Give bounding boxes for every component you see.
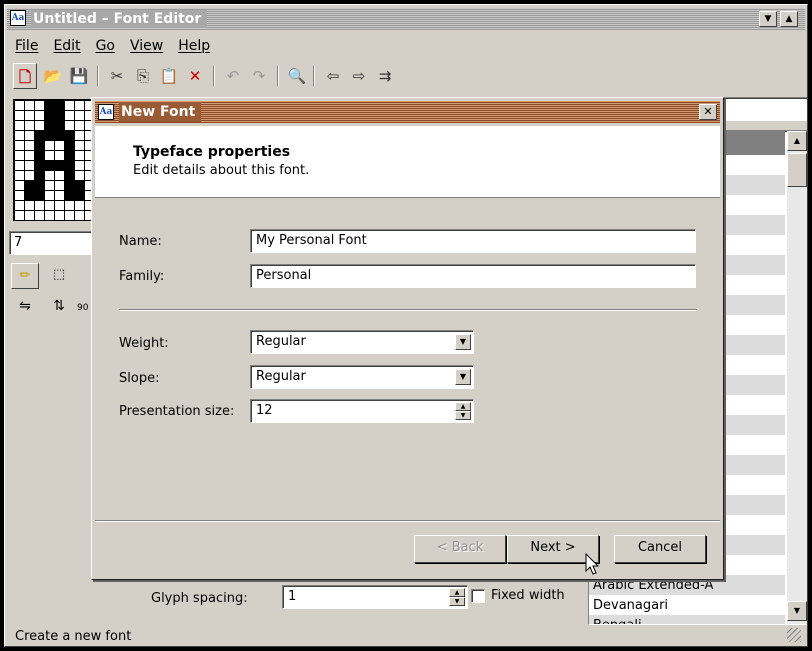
maximize-button[interactable]: ▲ [780, 11, 798, 27]
glyph-spacing-value: 1 [288, 589, 297, 604]
find-icon[interactable]: 🔍 [285, 63, 309, 89]
new-font-dialog: Aa New Font ✕ Typeface properties Edit d… [91, 97, 724, 580]
status-bar-text: Create a new font [15, 629, 132, 644]
family-label: Family: [119, 269, 165, 284]
maximize-icon: ▲ [785, 14, 793, 24]
dialog-divider [119, 309, 697, 311]
toolbar-separator [277, 66, 279, 86]
dialog-footer-divider [95, 520, 720, 522]
glyph-bitmap-editor[interactable] [13, 99, 95, 221]
goto-icon[interactable]: ⇉ [373, 63, 397, 89]
open-icon[interactable]: 📂 [41, 63, 65, 89]
weight-select[interactable]: Regular ▼ [250, 330, 474, 354]
slope-select[interactable]: Regular ▼ [250, 365, 474, 389]
title-bar[interactable]: Aa Untitled – Font Editor ▼ ▲ [7, 8, 805, 30]
glyph-code-field[interactable]: 7 [9, 231, 93, 255]
name-input[interactable]: My Personal Font [250, 229, 696, 253]
menu-go[interactable]: Go [96, 38, 115, 58]
paste-icon[interactable]: 📋 [157, 63, 181, 89]
list-scrollbar[interactable]: ▲ ▼ [787, 131, 807, 624]
chevron-down-icon[interactable]: ▼ [455, 369, 471, 385]
dialog-heading: Typeface properties [133, 144, 291, 160]
window-title: Untitled – Font Editor [31, 10, 208, 28]
menu-edit[interactable]: Edit [53, 38, 80, 58]
toolbar: 🗋 📂 💾 ✂ ⎘ 📋 ✕ ↶ ↷ 🔍 ⇦ ⇨ ⇉ [13, 63, 793, 91]
dialog-title: New Font [119, 102, 202, 122]
scroll-down-icon[interactable]: ▼ [787, 601, 807, 621]
close-icon: ✕ [703, 105, 713, 118]
spin-down-icon[interactable]: ▼ [455, 411, 471, 420]
slope-value: Regular [256, 369, 306, 384]
minimize-button[interactable]: ▼ [759, 11, 777, 27]
presentation-size-label: Presentation size: [119, 404, 235, 419]
new-font-icon[interactable]: 🗋 [13, 63, 37, 89]
redo-icon[interactable]: ↷ [247, 63, 271, 89]
dialog-subheading: Edit details about this font. [133, 163, 310, 178]
name-label: Name: [119, 234, 162, 249]
menu-bar: File Edit Go View Help [15, 38, 210, 58]
back-button[interactable]: < Back [414, 535, 506, 563]
toolbar-separator [313, 66, 315, 86]
resize-grip-icon[interactable] [787, 628, 801, 642]
toolbar-separator [213, 66, 215, 86]
slope-label: Slope: [119, 371, 160, 386]
weight-value: Regular [256, 334, 306, 349]
spin-up-icon[interactable]: ▲ [449, 588, 465, 597]
list-item[interactable]: Bengali [589, 616, 785, 624]
pencil-icon[interactable]: ✏ [11, 263, 39, 289]
spin-down-icon[interactable]: ▼ [449, 597, 465, 606]
glyph-pixel [24, 180, 44, 200]
glyph-pixel [64, 180, 84, 200]
mouse-cursor-icon [585, 553, 600, 575]
dialog-app-icon: Aa [98, 104, 114, 120]
scroll-up-icon[interactable]: ▲ [787, 131, 807, 151]
minimize-icon: ▼ [764, 14, 772, 24]
presentation-size-stepper[interactable]: 12 ▲ ▼ [250, 399, 474, 423]
copy-icon[interactable]: ⎘ [131, 63, 155, 89]
glyph-pixel [44, 160, 64, 170]
fixed-width-checkbox[interactable] [471, 589, 485, 603]
select-icon[interactable]: ⬚ [45, 263, 73, 289]
flip-horizontal-icon[interactable]: ⇋ [13, 298, 37, 322]
menu-help[interactable]: Help [178, 38, 210, 58]
glyph-spacing-stepper[interactable]: 1 ▲ ▼ [282, 585, 468, 609]
previous-icon[interactable]: ⇦ [321, 63, 345, 89]
spin-up-icon[interactable]: ▲ [455, 402, 471, 411]
delete-icon[interactable]: ✕ [183, 63, 207, 89]
next-icon[interactable]: ⇨ [347, 63, 371, 89]
menu-view[interactable]: View [130, 38, 163, 58]
dialog-header: Typeface properties Edit details about t… [95, 126, 720, 198]
cut-icon[interactable]: ✂ [105, 63, 129, 89]
glyph-pixel [44, 100, 64, 140]
toolbar-separator [97, 66, 99, 86]
undo-icon[interactable]: ↶ [221, 63, 245, 89]
chevron-down-icon[interactable]: ▼ [455, 334, 471, 350]
fixed-width-label: Fixed width [491, 588, 565, 603]
glyph-spacing-label: Glyph spacing: [151, 591, 248, 606]
flip-vertical-icon[interactable]: ⇅ [47, 298, 71, 322]
save-icon[interactable]: 💾 [67, 63, 91, 89]
family-input[interactable]: Personal [250, 264, 696, 288]
presentation-size-value: 12 [256, 403, 273, 418]
weight-label: Weight: [119, 336, 169, 351]
font-editor-app-icon[interactable]: Aa [10, 10, 26, 26]
list-item[interactable]: Devanagari [589, 596, 785, 616]
cancel-button[interactable]: Cancel [614, 535, 706, 563]
menu-file[interactable]: File [15, 38, 38, 58]
scroll-thumb[interactable] [787, 153, 807, 187]
dialog-title-bar[interactable]: Aa New Font ✕ [95, 101, 720, 123]
dialog-close-button[interactable]: ✕ [699, 104, 717, 120]
